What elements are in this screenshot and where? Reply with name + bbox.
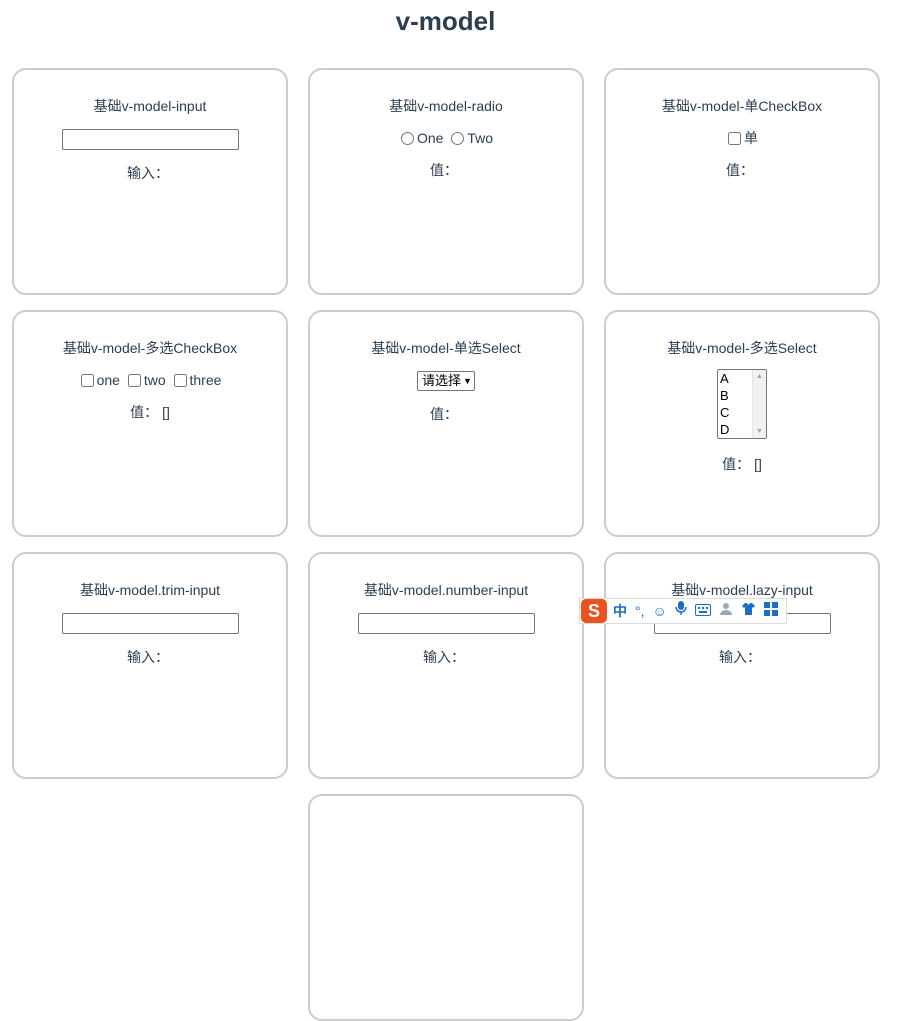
value-label: 输入：: [719, 649, 761, 665]
radio-label-two[interactable]: Two: [467, 130, 493, 146]
text-input[interactable]: [61, 129, 239, 150]
value-line: 值：[]: [606, 455, 878, 473]
checkbox-label-one[interactable]: one: [97, 372, 120, 388]
ime-logo-icon[interactable]: S: [581, 599, 607, 623]
card-trim-input: 基础v-model.trim-input 输入：: [12, 552, 288, 779]
microphone-icon[interactable]: [675, 599, 687, 623]
value-output: []: [162, 404, 170, 420]
card-multi-select: 基础v-model-多选Select A B C D ▲ ▼ 值：[]: [604, 310, 880, 537]
value-label: 输入：: [423, 649, 465, 665]
radio-label-one[interactable]: One: [417, 130, 443, 146]
card-title: 基础v-model-radio: [389, 98, 503, 114]
ime-toolbar[interactable]: S 中 °, ☺: [579, 598, 787, 624]
card-radio: 基础v-model-radio One Two 值：: [308, 68, 584, 295]
card-next: [308, 794, 584, 1021]
listbox-scrollbar[interactable]: ▲ ▼: [752, 370, 766, 438]
skin-icon[interactable]: [741, 599, 756, 623]
checkbox-three[interactable]: [173, 374, 187, 387]
value-label: 值：: [430, 406, 458, 422]
card-lazy-input: 基础v-model.lazy-input 输入：: [604, 552, 880, 779]
value-label: 值：: [726, 162, 754, 178]
card-title: 基础v-model.trim-input: [79, 582, 221, 598]
value-line: 值：[]: [14, 403, 286, 421]
value-line: 值：: [310, 405, 582, 423]
trim-text-input[interactable]: [61, 613, 239, 634]
multi-select-listbox[interactable]: A B C D ▲ ▼: [717, 369, 767, 439]
punctuation-icon[interactable]: °,: [635, 599, 645, 623]
scroll-down-icon[interactable]: ▼: [756, 428, 763, 435]
value-line: 输入：: [14, 648, 286, 666]
single-select[interactable]: 请选择 ▼: [417, 371, 475, 391]
card-title: 基础v-model.number-input: [363, 582, 529, 598]
value-line: 值：: [310, 161, 582, 179]
checkbox-label-three[interactable]: three: [190, 372, 222, 388]
card-title: 基础v-model-input: [93, 98, 207, 114]
user-icon[interactable]: [719, 599, 733, 623]
value-label: 值：: [130, 404, 159, 420]
chevron-down-icon: ▼: [463, 376, 472, 386]
ime-mode-toggle[interactable]: 中: [613, 599, 627, 623]
checkbox-one[interactable]: [80, 374, 94, 387]
checkbox-single[interactable]: [728, 132, 741, 145]
toolbox-icon[interactable]: [763, 599, 778, 623]
value-label: 输入：: [127, 165, 169, 181]
card-input: 基础v-model-input 输入：: [12, 68, 288, 295]
card-title: 基础v-model-单选Select: [371, 340, 521, 356]
card-number-input: 基础v-model.number-input 输入：: [308, 552, 584, 779]
value-label: 输入：: [127, 649, 169, 665]
number-text-input[interactable]: [357, 613, 535, 634]
checkbox-label-two[interactable]: two: [144, 372, 166, 388]
card-title: 基础v-model.lazy-input: [671, 582, 813, 598]
card-title: 基础v-model-多选Select: [667, 340, 817, 356]
value-output: []: [754, 456, 762, 472]
card-single-select: 基础v-model-单选Select 请选择 ▼ 值：: [308, 310, 584, 537]
emoji-icon[interactable]: ☺: [653, 599, 667, 623]
scroll-up-icon[interactable]: ▲: [756, 373, 763, 380]
value-line: 输入：: [606, 648, 878, 666]
checkbox-label-single[interactable]: 单: [744, 130, 758, 146]
value-line: 值：: [606, 161, 878, 179]
card-multi-checkbox: 基础v-model-多选CheckBox one two three 值：[]: [12, 310, 288, 537]
radio-two[interactable]: [451, 132, 465, 145]
card-title: 基础v-model-多选CheckBox: [62, 340, 238, 356]
value-label: 值：: [430, 162, 458, 178]
keyboard-icon[interactable]: [694, 599, 711, 623]
radio-one[interactable]: [400, 132, 414, 145]
page-title: v-model: [395, 6, 496, 36]
card-title: 基础v-model-单CheckBox: [661, 98, 823, 114]
value-label: 值：: [722, 456, 751, 472]
value-line: 输入：: [14, 164, 286, 182]
select-value: 请选择: [422, 373, 462, 388]
card-single-checkbox: 基础v-model-单CheckBox 单 值：: [604, 68, 880, 295]
checkbox-two[interactable]: [127, 374, 141, 387]
value-line: 输入：: [310, 648, 582, 666]
